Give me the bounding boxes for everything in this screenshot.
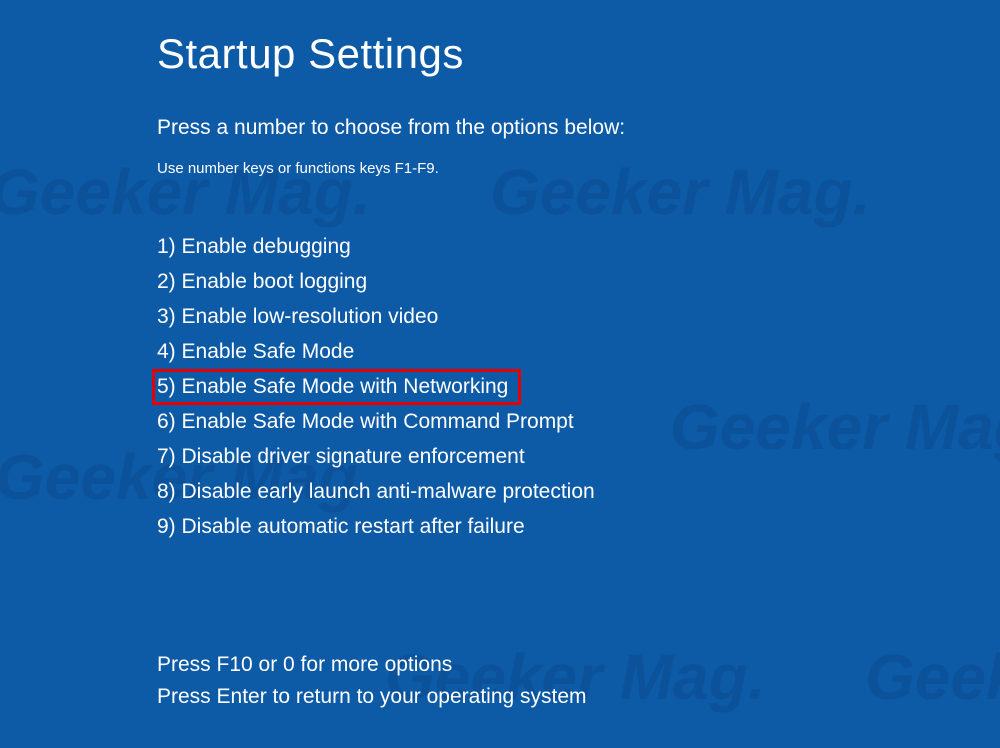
startup-option-6[interactable]: 6) Enable Safe Mode with Command Prompt [157,404,574,439]
footer-return: Press Enter to return to your operating … [157,681,1000,713]
startup-option-9[interactable]: 9) Disable automatic restart after failu… [157,509,525,544]
startup-option-4[interactable]: 4) Enable Safe Mode [157,334,354,369]
footer-more-options: Press F10 or 0 for more options [157,649,1000,681]
page-title: Startup Settings [157,30,1000,78]
startup-option-2[interactable]: 2) Enable boot logging [157,264,367,299]
startup-option-7[interactable]: 7) Disable driver signature enforcement [157,439,525,474]
startup-settings-screen: Startup Settings Press a number to choos… [0,0,1000,713]
startup-option-8[interactable]: 8) Disable early launch anti-malware pro… [157,474,595,509]
startup-option-3[interactable]: 3) Enable low-resolution video [157,299,438,334]
startup-option-1[interactable]: 1) Enable debugging [157,229,351,264]
options-list: 1) Enable debugging2) Enable boot loggin… [157,229,1000,544]
startup-option-5[interactable]: 5) Enable Safe Mode with Networking [152,369,521,405]
instruction-text: Press a number to choose from the option… [157,116,1000,140]
hint-text: Use number keys or functions keys F1-F9. [157,160,1000,177]
